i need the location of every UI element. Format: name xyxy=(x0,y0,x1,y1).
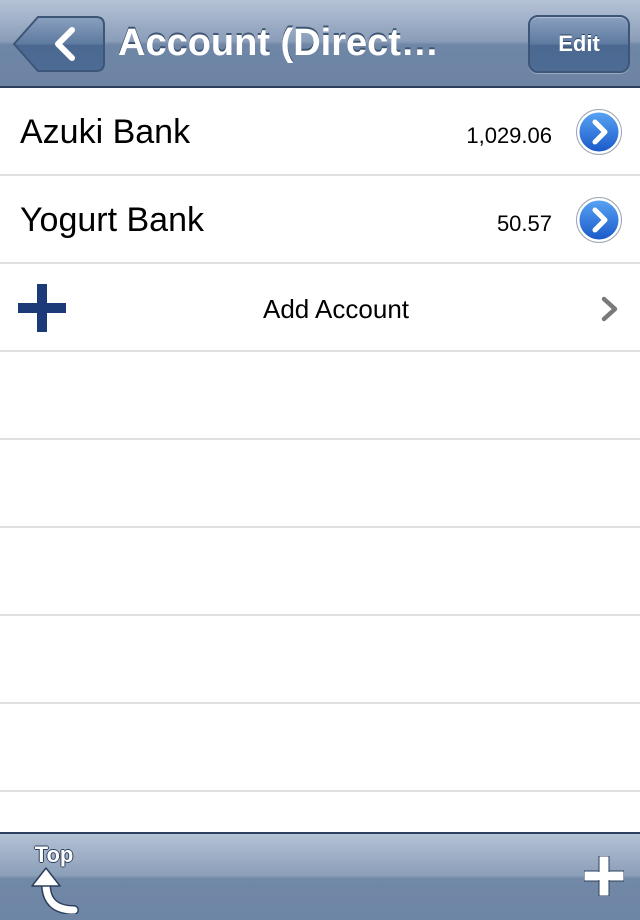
top-label: Top xyxy=(34,842,74,867)
bottom-toolbar: Top xyxy=(0,832,640,920)
add-button[interactable] xyxy=(584,856,624,896)
add-account-label: Add Account xyxy=(263,294,409,324)
account-name: Yogurt Bank xyxy=(20,201,204,239)
navigation-bar: Account (Direct… Edit xyxy=(0,0,640,88)
chevron-right-icon xyxy=(601,296,618,322)
page-title: Account (Direct… xyxy=(118,22,439,64)
curved-up-arrow-icon xyxy=(31,867,79,914)
detail-disclosure-icon[interactable] xyxy=(576,197,622,243)
empty-row xyxy=(0,440,640,528)
scroll-to-top-button[interactable]: Top xyxy=(22,842,86,916)
empty-row xyxy=(0,616,640,704)
detail-disclosure-icon[interactable] xyxy=(576,109,622,155)
accounts-table: Azuki Bank 1,029.06 Yogurt Bank 50.57 Ad… xyxy=(0,88,640,832)
empty-row xyxy=(0,704,640,792)
add-account-row[interactable]: Add Account xyxy=(0,264,640,352)
account-balance: 50.57 xyxy=(496,211,552,236)
back-button[interactable] xyxy=(12,15,106,73)
back-button-shape xyxy=(12,16,105,72)
empty-row xyxy=(0,528,640,616)
account-row[interactable]: Yogurt Bank 50.57 xyxy=(0,176,640,264)
account-name: Azuki Bank xyxy=(20,113,191,151)
edit-button[interactable]: Edit xyxy=(528,15,630,73)
account-row[interactable]: Azuki Bank 1,029.06 xyxy=(0,88,640,176)
account-balance: 1,029.06 xyxy=(466,123,552,148)
empty-row xyxy=(0,352,640,440)
